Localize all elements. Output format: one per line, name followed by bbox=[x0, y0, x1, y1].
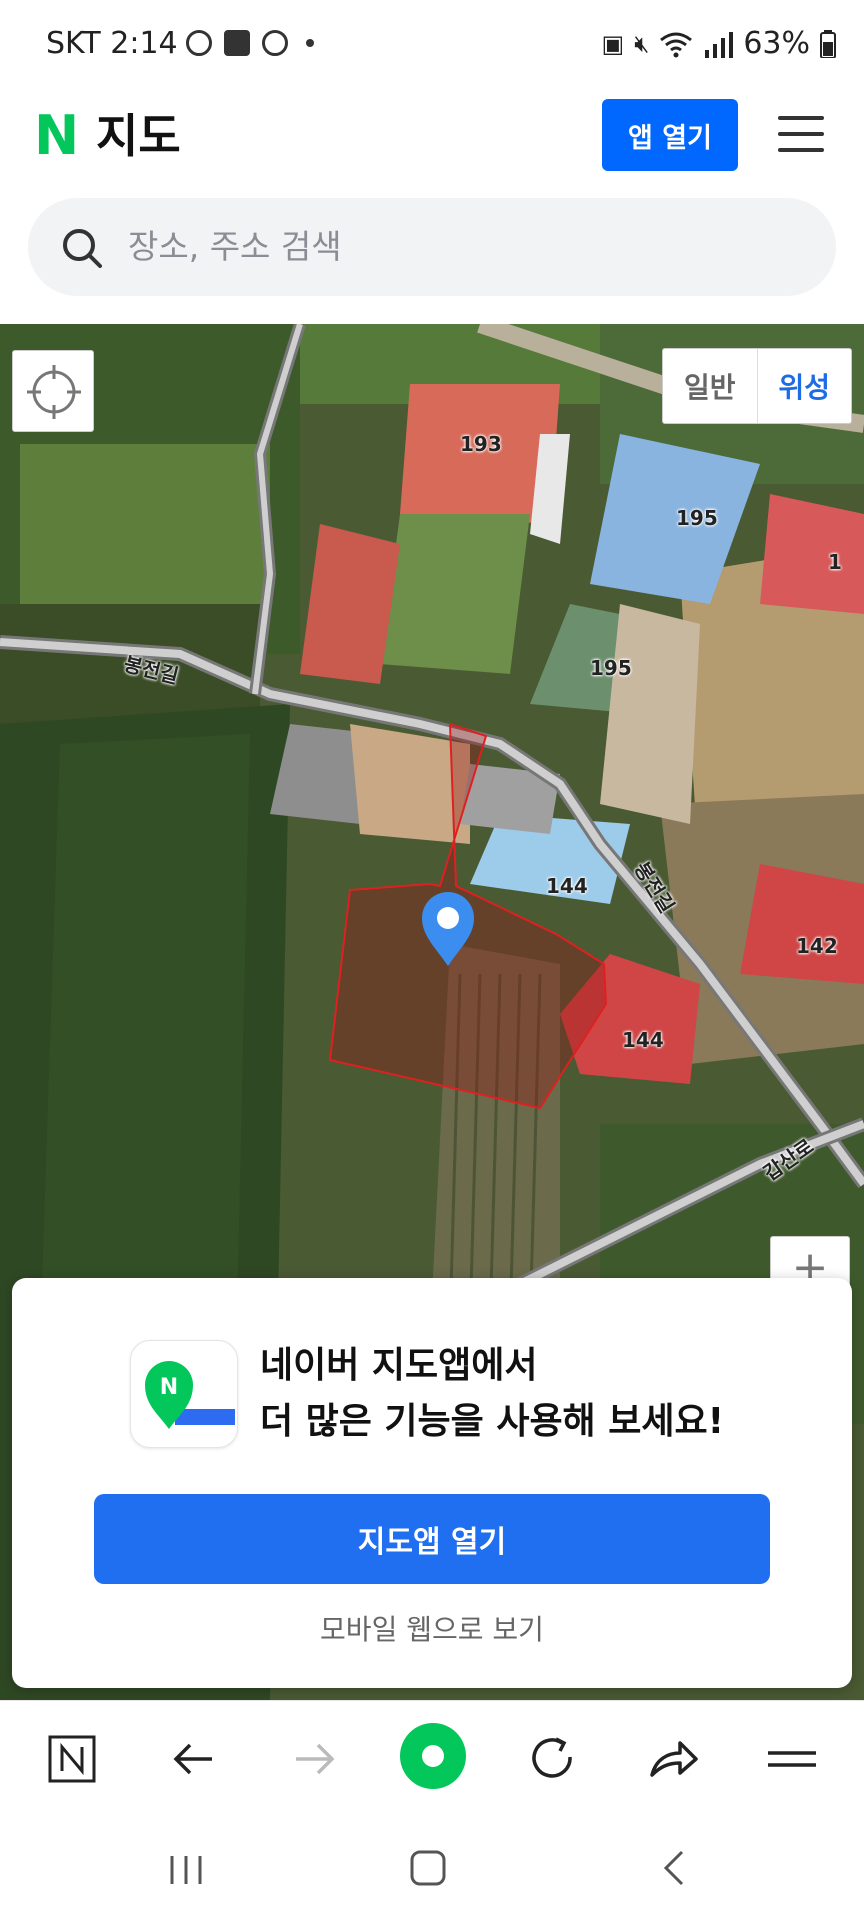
promo-title-line1: 네이버 지도앱에서 bbox=[260, 1345, 538, 1386]
browser-menu-icon[interactable] bbox=[760, 1727, 824, 1791]
menu-line bbox=[778, 132, 824, 136]
building-number-label: 195 bbox=[590, 656, 632, 680]
forward-arrow-icon[interactable] bbox=[282, 1727, 346, 1791]
map-type-normal-button[interactable]: 일반 bbox=[663, 349, 758, 423]
share-icon[interactable] bbox=[640, 1727, 704, 1791]
battery-icon bbox=[820, 29, 836, 58]
plus-box-icon bbox=[224, 30, 250, 56]
status-notification-icons bbox=[186, 30, 314, 56]
sync-icon bbox=[262, 30, 288, 56]
menu-line bbox=[778, 116, 824, 120]
map-type-toggle: 일반 위성 bbox=[662, 348, 852, 424]
battery-percent: 63% bbox=[743, 26, 810, 61]
search-placeholder: 장소, 주소 검색 bbox=[128, 227, 342, 266]
logo-title[interactable]: 지도 bbox=[96, 108, 181, 164]
cloud-icon bbox=[186, 30, 212, 56]
menu-line bbox=[778, 148, 824, 152]
building-number-label: 144 bbox=[622, 1028, 664, 1052]
signal-icon bbox=[705, 31, 734, 58]
search-bar[interactable]: 장소, 주소 검색 bbox=[28, 198, 836, 296]
recent-apps-icon[interactable] bbox=[166, 1850, 206, 1890]
status-bar: SKT 2:14 ▣ 🔇︎ 63% bbox=[0, 0, 864, 86]
battery-saver-icon: ▣ bbox=[601, 29, 625, 58]
refresh-icon[interactable] bbox=[520, 1727, 584, 1791]
more-dot-icon bbox=[306, 39, 314, 47]
crosshair-icon bbox=[27, 365, 81, 419]
building-number-label: 1 bbox=[828, 550, 842, 574]
status-carrier-time: SKT 2:14 bbox=[46, 26, 178, 61]
back-arrow-icon[interactable] bbox=[162, 1727, 226, 1791]
home-icon[interactable] bbox=[408, 1848, 448, 1888]
naver-map-app-icon: N bbox=[130, 1340, 238, 1448]
hamburger-menu-button[interactable] bbox=[776, 114, 826, 154]
system-back-icon[interactable] bbox=[654, 1846, 694, 1890]
promo-title-line2: 더 많은 기능을 사용해 보세요! bbox=[260, 1401, 724, 1442]
wifi-icon bbox=[660, 32, 693, 57]
view-mobile-web-link[interactable]: 모바일 웹으로 보기 bbox=[12, 1608, 852, 1648]
app-icon-letter: N bbox=[160, 1375, 178, 1400]
browser-toolbar bbox=[0, 1700, 864, 1816]
search-icon bbox=[63, 229, 102, 268]
open-map-app-button[interactable]: 지도앱 열기 bbox=[94, 1494, 770, 1584]
app-promo-sheet: N 네이버 지도앱에서 더 많은 기능을 사용해 보세요! 지도앱 열기 모바일… bbox=[12, 1278, 852, 1688]
open-app-button[interactable]: 앱 열기 bbox=[602, 99, 738, 171]
green-dot-menu-icon[interactable] bbox=[398, 1721, 468, 1791]
app-header: N 지도 앱 열기 bbox=[0, 86, 864, 190]
mute-icon: 🔇︎ bbox=[634, 29, 650, 58]
status-system-icons: ▣ 🔇︎ 63% bbox=[602, 26, 837, 61]
building-number-label: 195 bbox=[676, 506, 718, 530]
naver-n-logo[interactable]: N bbox=[34, 108, 79, 164]
building-number-label: 144 bbox=[546, 874, 588, 898]
building-number-label: 142 bbox=[796, 934, 838, 958]
map-type-satellite-button[interactable]: 위성 bbox=[758, 349, 852, 423]
naver-home-icon[interactable] bbox=[40, 1727, 104, 1791]
current-location-button[interactable] bbox=[12, 350, 94, 432]
location-pin-icon[interactable] bbox=[418, 888, 478, 968]
building-number-label: 193 bbox=[460, 432, 502, 456]
system-navigation-bar bbox=[0, 1816, 864, 1920]
